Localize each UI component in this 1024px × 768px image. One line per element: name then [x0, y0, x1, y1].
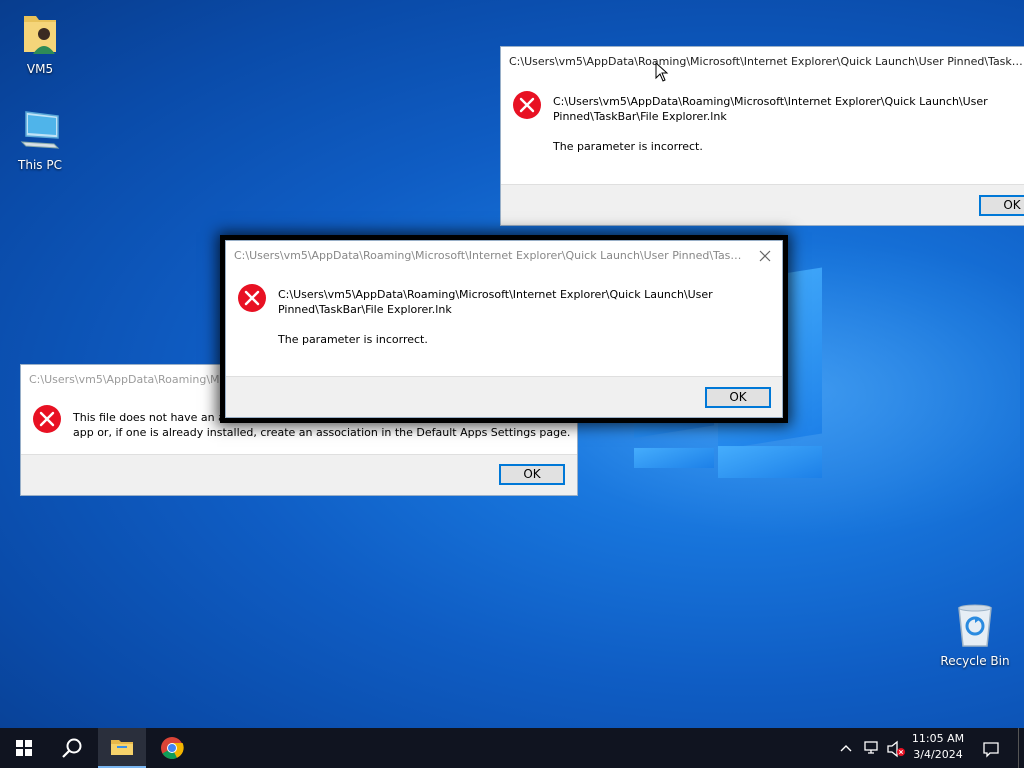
close-icon[interactable]	[754, 245, 776, 267]
error-message: The parameter is incorrect.	[278, 333, 428, 346]
clock-date: 3/4/2024	[913, 748, 963, 761]
taskbar-chrome[interactable]	[148, 728, 196, 768]
taskbar: 11:05 AM 3/4/2024	[0, 728, 1024, 768]
dialog-title[interactable]: C:\Users\vm5\AppData\Roaming\Microsoft\I…	[501, 47, 1024, 77]
dialog-footer: OK	[21, 454, 577, 495]
user-folder-icon	[24, 16, 56, 54]
search-icon	[62, 738, 82, 758]
error-path: C:\Users\vm5\AppData\Roaming\Microsoft\I…	[278, 287, 713, 317]
notifications-icon[interactable]	[982, 740, 1000, 758]
error-icon	[33, 405, 61, 433]
dialog-title[interactable]: C:\Users\vm5\AppData\Roaming\Microsoft\I…	[226, 241, 782, 271]
ok-button[interactable]: OK	[499, 464, 565, 485]
search-button[interactable]	[48, 728, 96, 768]
show-desktop-button[interactable]	[1018, 728, 1024, 768]
clock-time: 11:05 AM	[911, 732, 965, 745]
ok-button[interactable]: OK	[705, 387, 771, 408]
ok-button[interactable]: OK	[979, 195, 1024, 216]
path-line-1: C:\Users\vm5\AppData\Roaming\Microsoft\I…	[278, 288, 713, 301]
dialog-footer: OK	[501, 184, 1024, 225]
path-line-2: Pinned\TaskBar\File Explorer.lnk	[278, 303, 452, 316]
chrome-icon	[161, 737, 184, 759]
desktop-icon-label: VM5	[26, 62, 54, 76]
mouse-cursor-icon	[655, 62, 669, 82]
error-path: C:\Users\vm5\AppData\Roaming\Microsoft\I…	[553, 94, 988, 124]
desktop-icon-this-pc[interactable]: This PC	[0, 108, 80, 172]
path-line-1: C:\Users\vm5\AppData\Roaming\Microsoft\I…	[553, 95, 988, 108]
recycle-bin-icon	[958, 604, 992, 647]
error-icon	[238, 284, 266, 312]
start-button[interactable]	[0, 728, 48, 768]
message-line-2: app or, if one is already installed, cre…	[73, 426, 571, 439]
error-message: The parameter is incorrect.	[553, 140, 703, 153]
network-icon[interactable]	[862, 740, 880, 756]
file-explorer-icon	[111, 740, 133, 755]
chevron-up-icon[interactable]	[839, 742, 853, 754]
volume-muted-icon[interactable]	[886, 740, 906, 758]
error-dialog-top-right: C:\Users\vm5\AppData\Roaming\Microsoft\I…	[500, 46, 1024, 226]
desktop-icon-vm5[interactable]: VM5	[0, 10, 80, 76]
desktop-icon-label: This PC	[18, 158, 62, 172]
path-line-2: Pinned\TaskBar\File Explorer.lnk	[553, 110, 727, 123]
desktop-icon-recycle-bin[interactable]: Recycle Bin	[935, 602, 1015, 668]
error-dialog-front: C:\Users\vm5\AppData\Roaming\Microsoft\I…	[225, 240, 783, 418]
taskbar-file-explorer[interactable]	[98, 728, 146, 768]
error-icon	[513, 91, 541, 119]
windows-start-icon	[16, 740, 32, 756]
computer-icon	[20, 111, 60, 149]
clock[interactable]: 11:05 AM 3/4/2024	[908, 732, 968, 761]
dialog-footer: OK	[226, 376, 782, 417]
desktop-icon-label: Recycle Bin	[940, 654, 1010, 668]
